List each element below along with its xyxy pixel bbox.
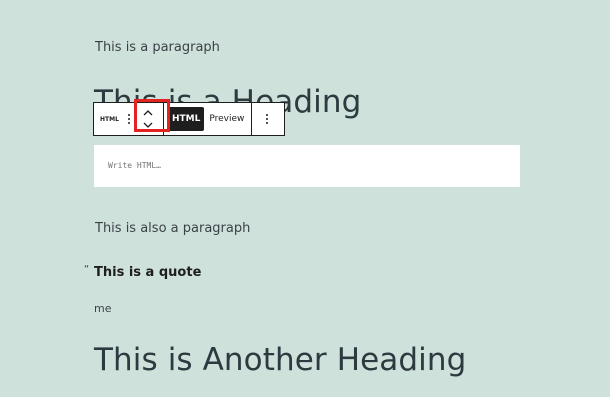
block-toolbar: HTML HTML Preview: [93, 102, 285, 136]
more-options-button[interactable]: [252, 103, 282, 135]
heading-block[interactable]: This is Another Heading: [94, 342, 466, 378]
tab-preview[interactable]: Preview: [204, 107, 249, 131]
block-type-button[interactable]: HTML: [94, 103, 125, 135]
more-vertical-icon: [266, 114, 269, 124]
move-down-button[interactable]: [138, 119, 158, 131]
move-up-button[interactable]: [138, 107, 158, 119]
drag-handle-icon[interactable]: [125, 103, 133, 135]
html-preview-tabs: HTML Preview: [164, 103, 251, 135]
paragraph-block[interactable]: This is a paragraph: [95, 40, 220, 55]
tab-html[interactable]: HTML: [168, 107, 205, 131]
quote-citation[interactable]: me: [94, 302, 111, 315]
quote-icon: “: [84, 264, 90, 275]
quote-text[interactable]: This is a quote: [94, 265, 201, 280]
block-movers: [133, 103, 163, 135]
html-code-input[interactable]: [94, 145, 520, 187]
chevron-up-icon: [143, 110, 153, 116]
paragraph-block[interactable]: This is also a paragraph: [95, 221, 250, 236]
chevron-down-icon: [143, 122, 153, 128]
